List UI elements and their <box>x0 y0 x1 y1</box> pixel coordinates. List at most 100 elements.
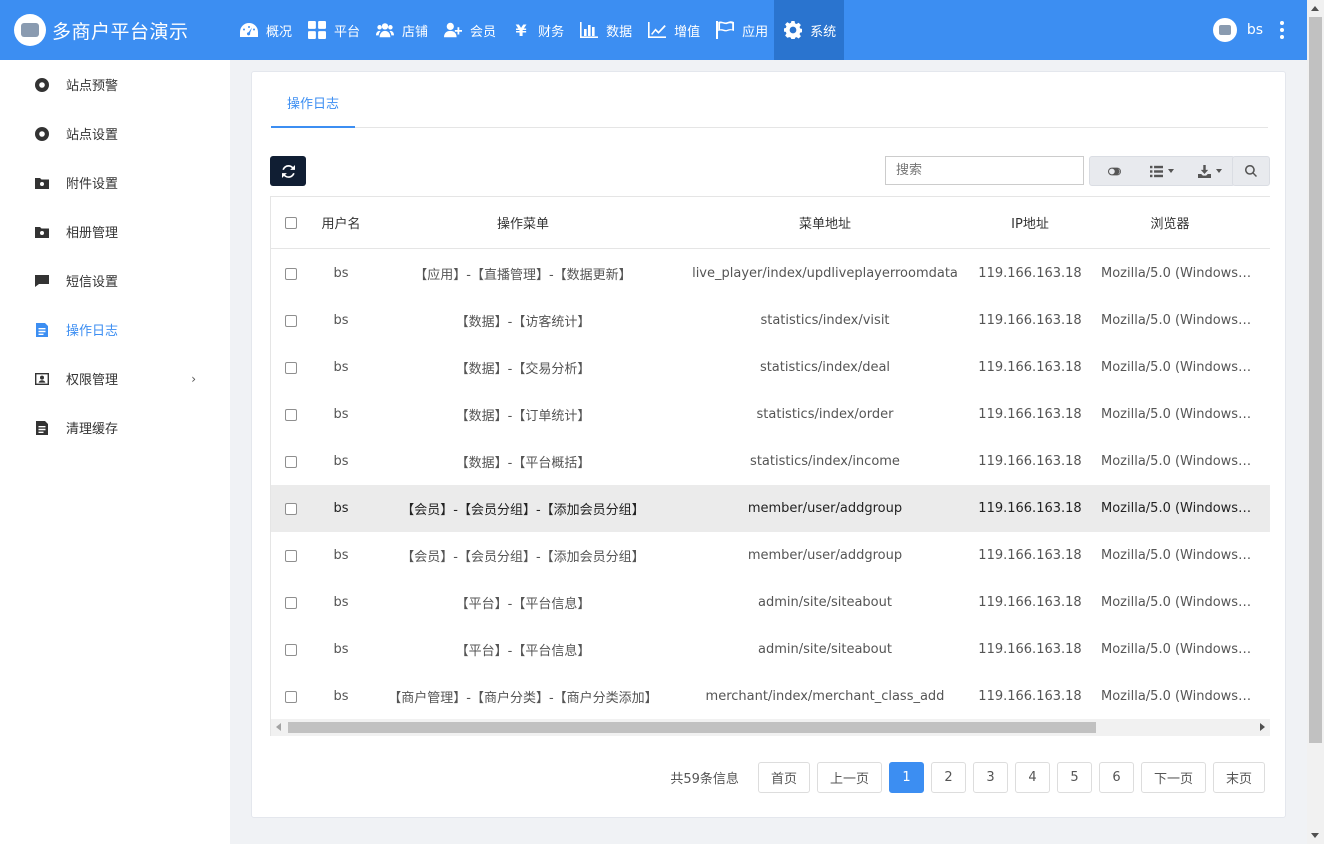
more-vertical-icon[interactable] <box>1279 21 1285 39</box>
cell-menu: 【应用】-【直播管理】-【数据更新】 <box>414 268 632 283</box>
search-input[interactable] <box>885 156 1084 185</box>
scroll-right-arrow[interactable] <box>1260 723 1265 731</box>
chevron-down-icon <box>1216 169 1222 173</box>
nav-item-3[interactable]: 会员 <box>434 0 502 60</box>
cell-menu: 【数据】-【订单统计】 <box>455 409 591 424</box>
scrollbar-thumb[interactable] <box>1309 17 1322 743</box>
select-all-checkbox[interactable] <box>285 216 297 229</box>
column-header-browser[interactable]: 浏览器 <box>1085 213 1255 232</box>
cell-url: statistics/index/order <box>756 407 894 422</box>
folder-icon <box>34 175 50 191</box>
columns-dropdown-button[interactable] <box>1138 157 1186 185</box>
vertical-scrollbar[interactable] <box>1307 0 1324 844</box>
yen-icon: ¥ <box>515 20 527 40</box>
sidebar-item-1[interactable]: 站点设置 <box>0 109 230 158</box>
folder-icon <box>34 224 50 240</box>
avatar[interactable] <box>1212 18 1237 42</box>
table-row[interactable]: bs 【数据】-【访客统计】 statistics/index/visit 119.1… <box>271 297 1270 344</box>
user-menu[interactable]: bs <box>1212 0 1285 60</box>
sidebar-item-3[interactable]: 相册管理 <box>0 207 230 256</box>
sidebar-item-2[interactable]: 附件设置 <box>0 158 230 207</box>
nav-item-label: 平台 <box>334 24 361 40</box>
brand[interactable]: 多商户平台演示 <box>0 0 230 60</box>
column-header-ip[interactable]: IP地址 <box>975 213 1085 232</box>
horizontal-scrollbar[interactable] <box>270 719 1270 736</box>
page-button[interactable]: 4 <box>1014 762 1050 793</box>
nav-item-8[interactable]: 系统 <box>774 0 845 60</box>
refresh-button[interactable] <box>270 156 306 186</box>
row-checkbox[interactable] <box>285 267 297 280</box>
table-row[interactable]: bs 【商户管理】-【商户分类】-【商户分类添加】 merchant/index/m… <box>271 673 1270 720</box>
scroll-left-arrow[interactable] <box>276 723 281 731</box>
nav-item-2[interactable]: 店铺 <box>366 0 434 60</box>
prev-page-button[interactable]: 上一页 <box>816 762 882 793</box>
row-checkbox[interactable] <box>285 596 297 609</box>
table-row[interactable]: bs 【应用】-【直播管理】-【数据更新】 live_player/index/up… <box>271 250 1270 297</box>
cell-ip: 119.166.163.18 <box>978 548 1082 563</box>
content-card: 操作日志 用户名 操作菜单 菜单地址 IP地址 浏览器 bs 【应用】-【直播管理… <box>251 71 1286 818</box>
nav-item-4[interactable]: ¥ 财务 <box>502 0 570 60</box>
export-dropdown-button[interactable] <box>1186 157 1234 185</box>
row-checkbox[interactable] <box>285 314 297 327</box>
cell-ip: 119.166.163.18 <box>978 266 1082 281</box>
table-row[interactable]: bs 【数据】-【订单统计】 statistics/index/order 119.1… <box>271 391 1270 438</box>
table-row[interactable]: bs 【数据】-【平台概括】 statistics/index/income 119.… <box>271 438 1270 485</box>
column-header-url[interactable]: 菜单地址 <box>675 213 975 232</box>
nav-item-label: 应用 <box>742 24 769 40</box>
sidebar-item-6[interactable]: 权限管理 › <box>0 354 230 403</box>
row-checkbox[interactable] <box>285 408 297 421</box>
column-header-menu[interactable]: 操作菜单 <box>371 213 675 232</box>
scroll-down-arrow[interactable] <box>1311 833 1319 838</box>
sidebar-item-5[interactable]: 操作日志 <box>0 305 230 354</box>
cell-menu: 【平台】-【平台信息】 <box>455 597 591 612</box>
page-button[interactable]: 6 <box>1098 762 1134 793</box>
scroll-up-arrow[interactable] <box>1311 6 1319 11</box>
sidebar-item-label: 附件设置 <box>66 177 119 192</box>
row-checkbox[interactable] <box>285 643 297 656</box>
nav-item-5[interactable]: 数据 <box>570 0 638 60</box>
file-text-icon <box>34 322 50 338</box>
row-checkbox[interactable] <box>285 690 297 703</box>
cell-menu: 【数据】-【交易分析】 <box>455 362 591 377</box>
search-button[interactable] <box>1232 156 1270 186</box>
cell-url: statistics/index/income <box>750 454 900 469</box>
page-button[interactable]: 3 <box>972 762 1008 793</box>
nav-item-0[interactable]: 概况 <box>230 0 298 60</box>
sidebar-item-7[interactable]: 清理缓存 <box>0 403 230 452</box>
cell-browser: Mozilla/5.0 (Windows NT 10.0; Win64; x64… <box>1101 266 1255 281</box>
table-row[interactable]: bs 【会员】-【会员分组】-【添加会员分组】 member/user/addgro… <box>271 485 1270 532</box>
table-header: 用户名 操作菜单 菜单地址 IP地址 浏览器 <box>271 197 1270 249</box>
first-page-button[interactable]: 首页 <box>757 762 810 793</box>
row-checkbox[interactable] <box>285 361 297 374</box>
nav-item-1[interactable]: 平台 <box>298 0 366 60</box>
tab-bar: 操作日志 <box>271 72 1268 128</box>
flag-icon <box>714 20 736 40</box>
table-row[interactable]: bs 【平台】-【平台信息】 admin/site/siteabout 119.166… <box>271 579 1270 626</box>
column-header-user[interactable]: 用户名 <box>311 213 371 232</box>
next-page-button[interactable]: 下一页 <box>1140 762 1206 793</box>
nav-item-7[interactable]: 应用 <box>706 0 774 60</box>
last-page-button[interactable]: 末页 <box>1212 762 1265 793</box>
page-button[interactable]: 5 <box>1056 762 1092 793</box>
sidebar-item-4[interactable]: 短信设置 <box>0 256 230 305</box>
brand-title: 多商户平台演示 <box>52 20 189 43</box>
page-button[interactable]: 1 <box>888 762 924 793</box>
page-button[interactable]: 2 <box>930 762 966 793</box>
scrollbar-thumb[interactable] <box>288 722 1096 733</box>
row-checkbox[interactable] <box>285 502 297 515</box>
sidebar-item-label: 清理缓存 <box>66 422 119 437</box>
cell-browser: Mozilla/5.0 (Windows NT 10.0; Win64; x64… <box>1101 407 1255 422</box>
user-name[interactable]: bs <box>1247 22 1263 38</box>
sidebar-item-label: 短信设置 <box>66 275 119 290</box>
row-checkbox[interactable] <box>285 549 297 562</box>
sidebar-item-0[interactable]: 站点预警 <box>0 60 230 109</box>
toggle-view-button[interactable] <box>1090 157 1138 185</box>
nav-item-6[interactable]: 增值 <box>638 0 706 60</box>
table-row[interactable]: bs 【数据】-【交易分析】 statistics/index/deal 119.16… <box>271 344 1270 391</box>
sidebar: 站点预警 站点设置附件设置相册管理短信设置操作日志 权限管理 › 清理缓存 <box>0 60 230 844</box>
cell-user: bs <box>333 501 349 516</box>
table-row[interactable]: bs 【会员】-【会员分组】-【添加会员分组】 member/user/addgro… <box>271 532 1270 579</box>
tab-operation-log[interactable]: 操作日志 <box>271 72 356 128</box>
row-checkbox[interactable] <box>285 455 297 468</box>
table-row[interactable]: bs 【平台】-【平台信息】 admin/site/siteabout 119.166… <box>271 626 1270 673</box>
